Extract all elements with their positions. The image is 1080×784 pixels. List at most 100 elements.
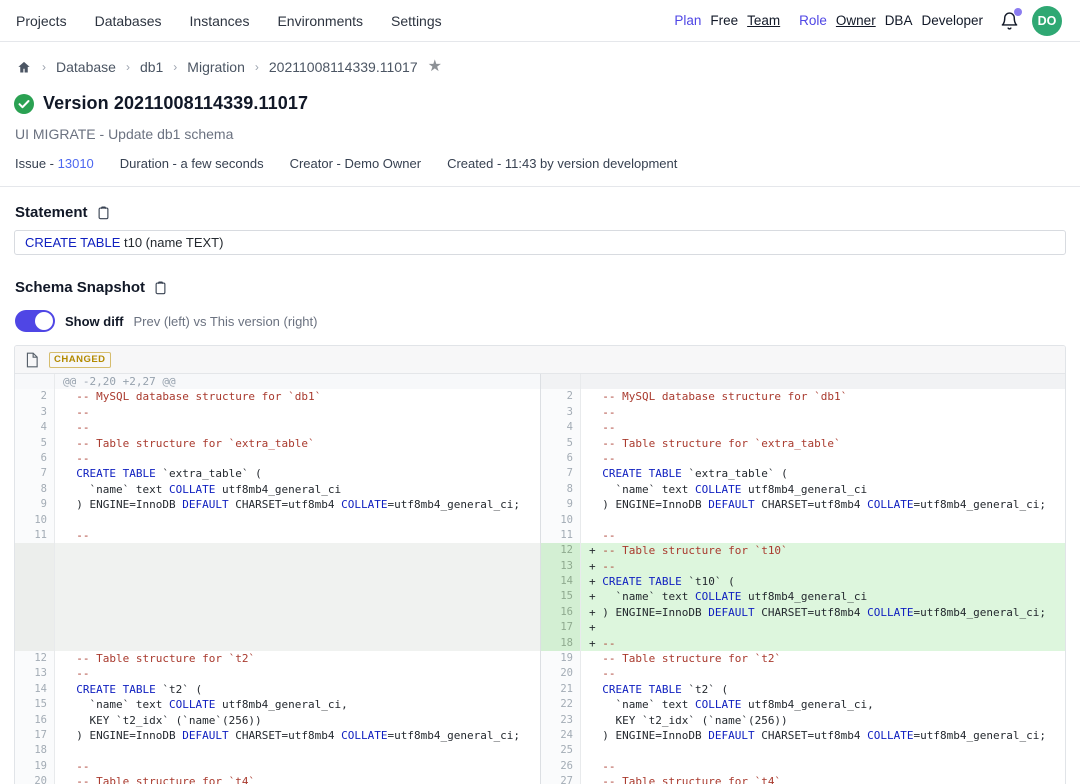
diff-row: 2 -- MySQL database structure for `db1`2… — [15, 389, 1065, 404]
diff-cell-left — [15, 543, 540, 558]
diff-cell-left: 17 ) ENGINE=InnoDB DEFAULT CHARSET=utf8m… — [15, 728, 540, 743]
diff-cell-left: 6 -- — [15, 451, 540, 466]
diff-cell-left: 4 -- — [15, 420, 540, 435]
diff-cell-left — [15, 605, 540, 620]
nav-databases[interactable]: Databases — [95, 13, 162, 29]
snapshot-header: Schema Snapshot — [14, 255, 1066, 305]
diff-cell-left: 2 -- MySQL database structure for `db1` — [15, 389, 540, 404]
diff-row: 16+ ) ENGINE=InnoDB DEFAULT CHARSET=utf8… — [15, 605, 1065, 620]
nav-settings[interactable]: Settings — [391, 13, 442, 29]
breadcrumb-separator: › — [173, 60, 177, 74]
diff-row: 18 25 — [15, 743, 1065, 758]
statement-title: Statement — [15, 204, 88, 221]
diff-cell-right: 18+ -- — [540, 636, 1065, 651]
role-owner-link[interactable]: Owner — [836, 13, 876, 28]
breadcrumb-version[interactable]: 20211008114339.11017 — [269, 59, 418, 75]
diff-cell-right: 14+ CREATE TABLE `t10` ( — [540, 574, 1065, 589]
diff-row: 17+ — [15, 620, 1065, 635]
diff-cell-right: 3 -- — [540, 405, 1065, 420]
copy-statement-icon[interactable] — [96, 205, 111, 221]
role-dba: DBA — [885, 13, 913, 28]
nav-environments[interactable]: Environments — [277, 13, 363, 29]
diff-cell-right — [540, 374, 1065, 389]
diff-row: 4 --4 -- — [15, 420, 1065, 435]
copy-snapshot-icon[interactable] — [153, 280, 168, 296]
top-navigation: Projects Databases Instances Environment… — [0, 0, 1080, 42]
diff-cell-right: 24 ) ENGINE=InnoDB DEFAULT CHARSET=utf8m… — [540, 728, 1065, 743]
diff-row: 9 ) ENGINE=InnoDB DEFAULT CHARSET=utf8mb… — [15, 497, 1065, 512]
diff-cell-left: 20 -- Table structure for `t4` — [15, 774, 540, 784]
meta-row: Issue - 13010 Duration - a few seconds C… — [14, 142, 1066, 171]
diff-cell-right: 17+ — [540, 620, 1065, 635]
diff-row: 13 --20 -- — [15, 666, 1065, 681]
toggle-knob — [35, 312, 53, 330]
home-icon[interactable] — [16, 60, 32, 75]
diff-file-header: CHANGED — [15, 346, 1065, 374]
avatar[interactable]: DO — [1032, 6, 1062, 36]
breadcrumb: › Database › db1 › Migration › 202110081… — [14, 42, 1066, 85]
statement-box[interactable]: CREATE TABLE t10 (name TEXT) — [14, 230, 1066, 255]
show-diff-toggle[interactable] — [15, 310, 55, 332]
diff-cell-right: 2 -- MySQL database structure for `db1` — [540, 389, 1065, 404]
diff-cell-left: 15 `name` text COLLATE utf8mb4_general_c… — [15, 697, 540, 712]
nav-instances[interactable]: Instances — [190, 13, 250, 29]
diff-body: @@ -2,20 +2,27 @@2 -- MySQL database str… — [15, 374, 1065, 784]
main-nav: Projects Databases Instances Environment… — [16, 13, 442, 29]
diff-cell-right: 27 -- Table structure for `t4` — [540, 774, 1065, 784]
diff-row: 3 --3 -- — [15, 405, 1065, 420]
diff-cell-right: 25 — [540, 743, 1065, 758]
diff-cell-right: 16+ ) ENGINE=InnoDB DEFAULT CHARSET=utf8… — [540, 605, 1065, 620]
breadcrumb-separator: › — [126, 60, 130, 74]
issue-link[interactable]: 13010 — [58, 156, 94, 171]
star-icon[interactable]: ★ — [428, 59, 442, 75]
plan-value: Free — [710, 13, 738, 28]
sql-keyword: CREATE TABLE — [25, 235, 120, 250]
diff-cell-right: 4 -- — [540, 420, 1065, 435]
diff-cell-left: @@ -2,20 +2,27 @@ — [15, 374, 540, 389]
diff-row: 15 `name` text COLLATE utf8mb4_general_c… — [15, 697, 1065, 712]
sql-rest: t10 (name TEXT) — [120, 235, 223, 250]
statement-header: Statement — [14, 187, 1066, 230]
duration-meta: Duration - a few seconds — [120, 156, 264, 171]
breadcrumb-db1[interactable]: db1 — [140, 59, 163, 75]
diff-cell-left — [15, 620, 540, 635]
issue-meta: Issue - 13010 — [15, 156, 94, 171]
diff-cell-left — [15, 574, 540, 589]
show-diff-toggle-row: Show diff Prev (left) vs This version (r… — [14, 305, 1066, 332]
file-icon — [25, 352, 39, 368]
nav-projects[interactable]: Projects — [16, 13, 67, 29]
notification-bell-icon[interactable] — [1000, 11, 1019, 31]
diff-cell-right: 12+ -- Table structure for `t10` — [540, 543, 1065, 558]
diff-row: 18+ -- — [15, 636, 1065, 651]
diff-row: 5 -- Table structure for `extra_table`5 … — [15, 436, 1065, 451]
diff-cell-left — [15, 636, 540, 651]
breadcrumb-database[interactable]: Database — [56, 59, 116, 75]
diff-cell-right: 26 -- — [540, 759, 1065, 774]
diff-row: 12 -- Table structure for `t2`19 -- Tabl… — [15, 651, 1065, 666]
snapshot-title: Schema Snapshot — [15, 279, 145, 296]
diff-row: 13+ -- — [15, 559, 1065, 574]
diff-cell-left: 8 `name` text COLLATE utf8mb4_general_ci — [15, 482, 540, 497]
diff-cell-right: 15+ `name` text COLLATE utf8mb4_general_… — [540, 589, 1065, 604]
diff-row: 14+ CREATE TABLE `t10` ( — [15, 574, 1065, 589]
breadcrumb-migration[interactable]: Migration — [187, 59, 245, 75]
diff-row: 17 ) ENGINE=InnoDB DEFAULT CHARSET=utf8m… — [15, 728, 1065, 743]
migration-subtitle: UI MIGRATE - Update db1 schema — [14, 116, 1066, 142]
schema-diff-card: CHANGED @@ -2,20 +2,27 @@2 -- MySQL data… — [14, 345, 1066, 784]
diff-cell-left: 11 -- — [15, 528, 540, 543]
changed-badge: CHANGED — [49, 352, 111, 368]
diff-cell-right: 9 ) ENGINE=InnoDB DEFAULT CHARSET=utf8mb… — [540, 497, 1065, 512]
breadcrumb-separator: › — [42, 60, 46, 74]
diff-cell-right: 21 CREATE TABLE `t2` ( — [540, 682, 1065, 697]
diff-cell-right: 19 -- Table structure for `t2` — [540, 651, 1065, 666]
plan-team-link[interactable]: Team — [747, 13, 780, 28]
role-developer: Developer — [921, 13, 983, 28]
issue-label: Issue - — [15, 156, 54, 171]
diff-cell-left: 3 -- — [15, 405, 540, 420]
diff-cell-left: 19 -- — [15, 759, 540, 774]
diff-row: 7 CREATE TABLE `extra_table` (7 CREATE T… — [15, 466, 1065, 481]
diff-cell-right: 13+ -- — [540, 559, 1065, 574]
diff-row: 6 --6 -- — [15, 451, 1065, 466]
breadcrumb-separator: › — [255, 60, 259, 74]
success-check-icon — [14, 94, 34, 114]
